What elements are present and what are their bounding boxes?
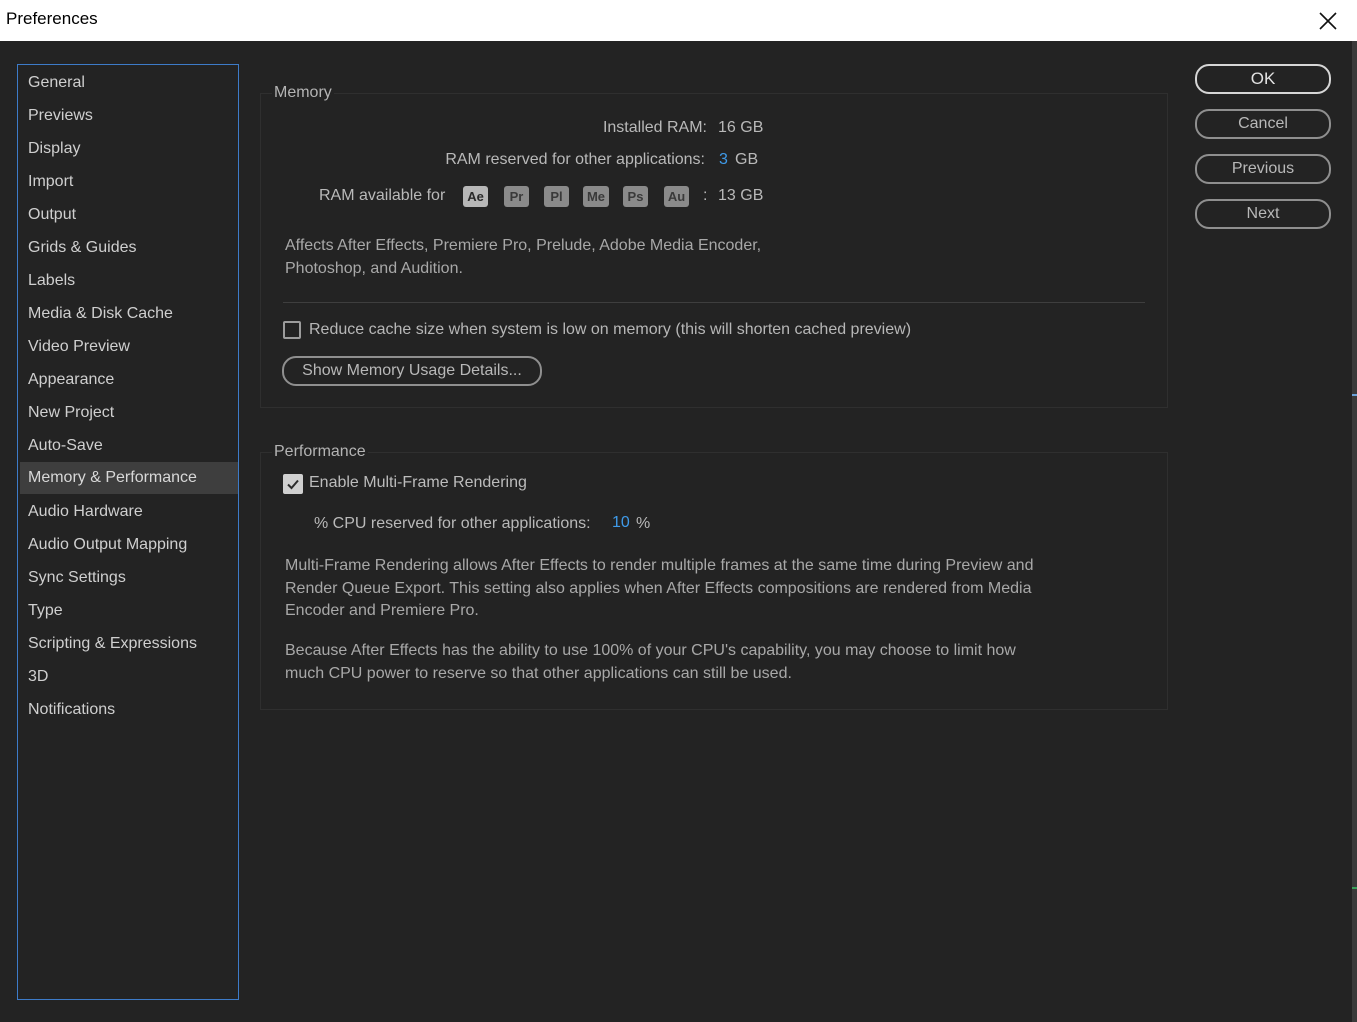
- sidebar-item-notifications[interactable]: Notifications: [20, 694, 238, 725]
- cpu-reserved-input[interactable]: 10: [612, 514, 630, 532]
- ok-button[interactable]: OK: [1195, 64, 1331, 94]
- title-bar: Preferences: [0, 0, 1357, 41]
- checkmark-icon: [287, 479, 299, 490]
- sidebar-item-audio-output-mapping[interactable]: Audio Output Mapping: [20, 529, 238, 560]
- sidebar-item-scripting-expressions[interactable]: Scripting & Expressions: [20, 628, 238, 659]
- cpu-limit-description: Because After Effects has the ability to…: [285, 642, 1016, 682]
- performance-group-title: Performance: [272, 443, 368, 461]
- sidebar-item-general[interactable]: General: [20, 67, 238, 98]
- cpu-reserved-label: % CPU reserved for other applications:: [314, 515, 591, 532]
- ae-app-icon: Ae: [463, 186, 488, 207]
- sidebar-item-new-project[interactable]: New Project: [20, 397, 238, 428]
- ps-app-icon: Ps: [623, 186, 648, 207]
- reduce-cache-label[interactable]: Reduce cache size when system is low on …: [309, 321, 911, 339]
- ram-available-label: RAM available for: [319, 187, 446, 204]
- installed-ram-label: Installed RAM:: [602, 119, 707, 136]
- sidebar-item-appearance[interactable]: Appearance: [20, 364, 238, 395]
- sidebar-item-labels[interactable]: Labels: [20, 265, 238, 296]
- sidebar-item-import[interactable]: Import: [20, 166, 238, 197]
- memory-group-title: Memory: [272, 84, 334, 102]
- window-edge: [1352, 41, 1357, 1022]
- sidebar-item-audio-hardware[interactable]: Audio Hardware: [20, 496, 238, 527]
- sidebar-item-output[interactable]: Output: [20, 199, 238, 230]
- ram-reserved-input[interactable]: 3: [719, 151, 728, 169]
- ram-available-value: 13 GB: [718, 187, 764, 204]
- show-memory-usage-details-button[interactable]: Show Memory Usage Details...: [282, 356, 542, 386]
- previous-button[interactable]: Previous: [1195, 154, 1331, 184]
- close-icon: [1319, 11, 1337, 30]
- memory-divider: [283, 302, 1145, 303]
- sidebar-item-type[interactable]: Type: [20, 595, 238, 626]
- preferences-category-list[interactable]: General Previews Display Import Output G…: [17, 64, 239, 1000]
- window-title: Preferences: [6, 9, 98, 28]
- cpu-reserved-unit: %: [636, 515, 651, 532]
- pr-app-icon: Pr: [504, 186, 529, 207]
- sidebar-item-grids-guides[interactable]: Grids & Guides: [20, 232, 238, 263]
- sidebar-item-sync-settings[interactable]: Sync Settings: [20, 562, 238, 593]
- mfr-description: Multi-Frame Rendering allows After Effec…: [285, 557, 1034, 619]
- next-button[interactable]: Next: [1195, 199, 1331, 229]
- me-app-icon: Me: [583, 186, 609, 207]
- ram-reserved-label: RAM reserved for other applications:: [445, 151, 705, 168]
- cancel-button[interactable]: Cancel: [1195, 109, 1331, 139]
- sidebar-item-previews[interactable]: Previews: [20, 100, 238, 131]
- sidebar-item-video-preview[interactable]: Video Preview: [20, 331, 238, 362]
- sidebar-item-auto-save[interactable]: Auto-Save: [20, 430, 238, 461]
- ram-reserved-unit: GB: [735, 151, 759, 168]
- installed-ram-value: 16 GB: [718, 119, 764, 136]
- enable-mfr-label[interactable]: Enable Multi-Frame Rendering: [309, 474, 527, 492]
- sidebar-item-display[interactable]: Display: [20, 133, 238, 164]
- enable-mfr-checkbox[interactable]: [283, 474, 303, 494]
- sidebar-item-media-disk-cache[interactable]: Media & Disk Cache: [20, 298, 238, 329]
- sidebar-item-memory-performance[interactable]: Memory & Performance: [20, 462, 238, 494]
- reduce-cache-checkbox[interactable]: [283, 321, 301, 339]
- au-app-icon: Au: [664, 186, 689, 207]
- memory-affects-text: Affects After Effects, Premiere Pro, Pre…: [285, 237, 762, 277]
- pl-app-icon: Pl: [544, 186, 569, 207]
- ram-available-separator: :: [703, 187, 708, 204]
- close-button[interactable]: [1299, 0, 1357, 41]
- sidebar-item-3d[interactable]: 3D: [20, 661, 238, 692]
